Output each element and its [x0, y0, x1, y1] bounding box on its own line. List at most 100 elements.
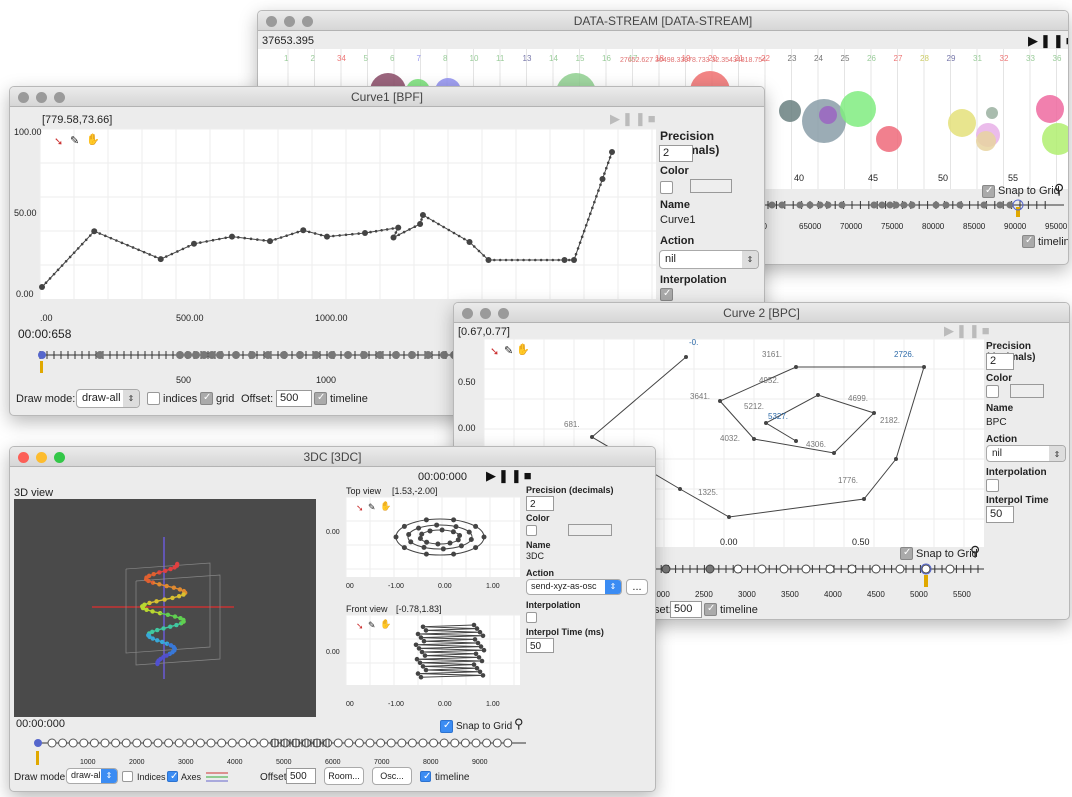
grid-checkbox[interactable]: [200, 392, 213, 405]
osc-button[interactable]: Osc...: [372, 767, 412, 785]
zoom-button[interactable]: [54, 452, 65, 463]
top-view-point: [468, 536, 474, 542]
interp-checkbox[interactable]: [526, 612, 537, 623]
name-value[interactable]: 3DC: [526, 551, 544, 561]
name-value[interactable]: BPC: [986, 417, 1007, 428]
arrow-tool-icon[interactable]: ➘: [54, 135, 63, 148]
minimize-button[interactable]: [36, 92, 47, 103]
color-checkbox[interactable]: [526, 525, 537, 536]
curve-point: [417, 221, 424, 227]
stream-id: 28: [920, 54, 929, 63]
offset-field[interactable]: 500: [670, 601, 702, 618]
curve-point: [420, 218, 423, 221]
pen-tool-icon[interactable]: ✎: [70, 134, 79, 147]
zoom-button[interactable]: [498, 308, 509, 319]
stream-id: 15: [576, 54, 585, 63]
front-view-point: [475, 640, 481, 646]
timeline-tick: 80000: [922, 222, 945, 231]
interp-checkbox[interactable]: [660, 288, 673, 301]
zoom-icon[interactable]: ⚲: [970, 543, 980, 560]
timeline-tick: 70000: [840, 222, 863, 231]
timeline-checkbox[interactable]: [420, 771, 431, 782]
zoom-icon[interactable]: ⚲: [1054, 181, 1064, 198]
bpf-timeline[interactable]: [38, 343, 460, 373]
timeline-checkbox[interactable]: [314, 392, 327, 405]
precision-field[interactable]: 2: [526, 496, 554, 511]
minimize-button[interactable]: [36, 452, 47, 463]
close-button[interactable]: [18, 452, 29, 463]
timeline-point: [259, 738, 269, 748]
indices-checkbox[interactable]: [147, 392, 160, 405]
timeline-point: [192, 351, 200, 359]
arrow-tool-icon[interactable]: ➘: [356, 621, 364, 632]
bpf-chart[interactable]: [39, 128, 656, 299]
bpc-titlebar[interactable]: Curve 2 [BPC]: [454, 303, 1069, 323]
axes-label: Axes: [181, 772, 202, 782]
transport-controls[interactable]: ▶❚❚■: [944, 323, 992, 339]
bpf-titlebar[interactable]: Curve1 [BPF]: [10, 87, 764, 107]
bpc-timeline[interactable]: [653, 561, 984, 587]
action-select[interactable]: send-xyz-as-osc ⇕: [526, 579, 622, 595]
3dc-titlebar[interactable]: 3DC [3DC]: [10, 447, 655, 467]
zoom-icon[interactable]: ⚲: [514, 716, 524, 732]
transport-controls[interactable]: ▶❚❚■: [486, 468, 534, 484]
indices-checkbox[interactable]: [122, 771, 133, 782]
zoom-button[interactable]: [54, 92, 65, 103]
datastream-timeline[interactable]: [764, 197, 1064, 217]
minimize-button[interactable]: [480, 308, 491, 319]
arrow-tool-icon[interactable]: ➘: [356, 503, 364, 514]
timeline-checkbox[interactable]: [704, 603, 717, 616]
precision-field[interactable]: 2: [986, 353, 1014, 370]
action-select[interactable]: nil ⇕: [659, 250, 759, 269]
drawmode-select[interactable]: draw-all ⇕: [66, 768, 118, 784]
interp-time-field[interactable]: 50: [986, 506, 1014, 523]
pen-tool-icon[interactable]: ✎: [368, 620, 376, 631]
color-swatch[interactable]: [1010, 384, 1044, 398]
top-view-point: [406, 532, 412, 538]
offset-field[interactable]: 500: [286, 768, 316, 784]
hand-tool-icon[interactable]: ✋: [516, 343, 530, 356]
hand-tool-icon[interactable]: ✋: [380, 619, 391, 630]
pen-tool-icon[interactable]: ✎: [504, 344, 513, 357]
color-swatch[interactable]: [568, 524, 612, 536]
color-swatch[interactable]: [690, 179, 732, 193]
timeline-point: [886, 201, 894, 209]
3dc-window: 3DC [3DC] 00:00:000 ▶❚❚■ 3D view Top vie…: [9, 446, 656, 792]
drawmode-select[interactable]: draw-all ⇕: [76, 389, 140, 408]
datastream-titlebar[interactable]: DATA-STREAM [DATA-STREAM]: [258, 11, 1068, 31]
point-label: 1325.: [698, 488, 718, 497]
front-view-point: [419, 649, 425, 655]
curve-point: [419, 212, 426, 218]
precision-field[interactable]: 2: [659, 145, 693, 162]
curve-point: [307, 230, 311, 234]
axes-checkbox[interactable]: [167, 771, 178, 782]
name-value[interactable]: Curve1: [660, 214, 695, 226]
transport-controls[interactable]: ▶❚❚■: [610, 111, 658, 127]
room-button[interactable]: Room...: [324, 767, 364, 785]
timeline-checkbox[interactable]: [1022, 235, 1035, 248]
curve-point: [832, 451, 836, 455]
minimize-button[interactable]: [284, 16, 295, 27]
offset-field[interactable]: 500: [276, 390, 312, 407]
zoom-button[interactable]: [302, 16, 313, 27]
x-tick: 1000.00: [315, 313, 348, 323]
close-button[interactable]: [18, 92, 29, 103]
stream-event: [779, 100, 801, 122]
front-view-point: [476, 655, 482, 660]
x-tick: 00: [346, 583, 354, 590]
snap-checkbox[interactable]: [900, 547, 913, 560]
action-select[interactable]: nil ⇕: [986, 445, 1066, 462]
3d-scene[interactable]: [14, 499, 316, 717]
close-button[interactable]: [462, 308, 473, 319]
close-button[interactable]: [266, 16, 277, 27]
interp-checkbox[interactable]: [986, 479, 999, 492]
interp-time-field[interactable]: 50: [526, 638, 554, 653]
hand-tool-icon[interactable]: ✋: [380, 501, 391, 512]
action-more-button[interactable]: ...: [626, 579, 648, 595]
snap-checkbox[interactable]: [440, 720, 453, 733]
arrow-tool-icon[interactable]: ➘: [490, 345, 499, 358]
color-checkbox[interactable]: [986, 385, 999, 398]
pen-tool-icon[interactable]: ✎: [368, 502, 376, 513]
color-checkbox[interactable]: [660, 181, 673, 194]
hand-tool-icon[interactable]: ✋: [86, 133, 100, 146]
